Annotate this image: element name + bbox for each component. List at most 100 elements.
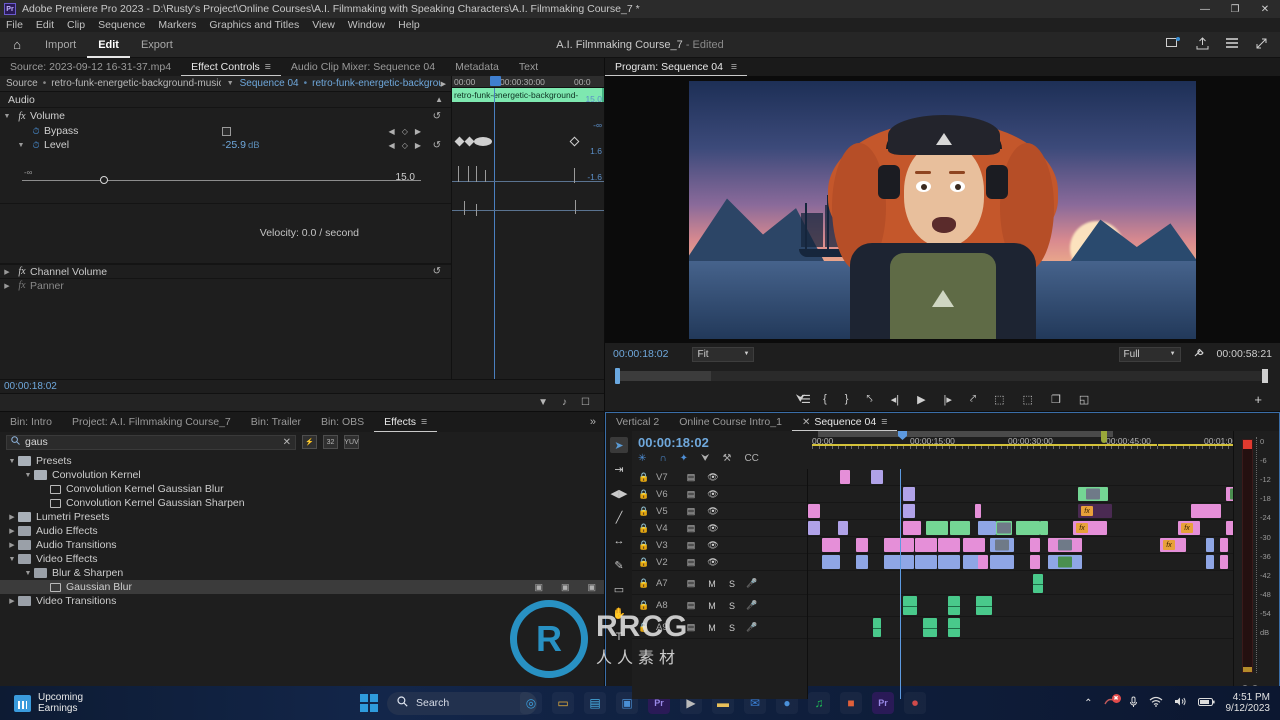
disclosure-triangle-icon[interactable]: ▼ (22, 570, 34, 577)
disclosure-triangle-icon[interactable]: ▼ (0, 113, 14, 120)
video-clip[interactable] (1030, 538, 1040, 552)
sync-lock-icon[interactable]: ▤ (680, 523, 702, 534)
disclosure-triangle-icon[interactable]: ▶ (6, 541, 18, 549)
video-clip[interactable] (915, 538, 937, 552)
audio-clip[interactable] (948, 618, 960, 637)
timeline-playhead-handle[interactable] (898, 431, 907, 440)
audio-section-header[interactable]: Audio ▲ (0, 92, 451, 108)
video-clip[interactable] (938, 538, 960, 552)
audio-clip[interactable] (1033, 574, 1043, 593)
home-icon[interactable]: ⌂ (0, 37, 34, 52)
project-tab-bin-trailer[interactable]: Bin: Trailer (241, 412, 311, 432)
timeline-playhead[interactable] (900, 469, 901, 699)
pen-tool[interactable]: ✎ (610, 557, 628, 573)
spotify-icon[interactable]: ♫ (808, 692, 830, 714)
chevron-right-icon[interactable]: ▶ (441, 80, 446, 88)
export-settings-icon[interactable]: ☰ (801, 393, 811, 406)
rectangle-tool[interactable]: ▭ (610, 581, 628, 597)
eye-icon[interactable]: 👁 (702, 557, 724, 568)
video-clip[interactable] (938, 555, 960, 569)
menu-window[interactable]: Window (348, 19, 385, 31)
panel-menu-icon[interactable]: ≡ (731, 61, 737, 73)
lane-clips[interactable]: fx (808, 503, 1233, 519)
add-keyframe-icon[interactable]: ◇ (402, 127, 408, 136)
work-area-bar[interactable] (818, 431, 1113, 437)
ec-tab-source-2023-09-12-16-31-37-mp4[interactable]: Source: 2023-09-12 16-31-37.mp4 (0, 58, 181, 76)
file-explorer-icon[interactable]: ▭ (552, 692, 574, 714)
project-tab-bin-obs[interactable]: Bin: OBS (311, 412, 374, 432)
record-icon[interactable]: ⏺ (904, 692, 926, 714)
menu-graphics-and-titles[interactable]: Graphics and Titles (209, 19, 299, 31)
menu-view[interactable]: View (312, 19, 335, 31)
video-clip[interactable] (856, 555, 868, 569)
effect-controls-timecode[interactable]: 00:00:18:02 (0, 379, 604, 393)
tab-program-sequence-04[interactable]: Program: Sequence 04 ≡ (605, 58, 748, 76)
video-clip[interactable] (903, 504, 915, 518)
disclosure-triangle-icon[interactable]: ▶ (6, 513, 18, 521)
effects-tree-item-presets[interactable]: ▼ Presets (0, 454, 604, 468)
solo-button[interactable]: S (722, 623, 742, 633)
search-input[interactable]: gaus ✕ (6, 434, 296, 450)
step-back-button[interactable]: ◂| (891, 393, 899, 406)
video-clip[interactable]: fx (1078, 504, 1112, 518)
lock-icon[interactable]: 🔒 (632, 540, 656, 551)
video-track-header-V5[interactable]: 🔒 V5 ▤ 👁 (632, 503, 807, 520)
video-clip[interactable] (1206, 555, 1214, 569)
video-clip[interactable] (822, 538, 840, 552)
timeline-timecode[interactable]: 00:00:18:02 (638, 435, 802, 450)
lock-icon[interactable]: 🔒 (632, 523, 656, 534)
disclosure-triangle-icon[interactable]: ▶ (6, 527, 18, 535)
video-clip[interactable] (975, 504, 981, 518)
fullscreen-icon[interactable] (1255, 37, 1268, 53)
video-clip[interactable] (1016, 521, 1040, 535)
chevron-down-icon[interactable]: ▼ (227, 80, 234, 87)
close-button[interactable]: ✕ (1250, 0, 1280, 18)
slip-tool[interactable]: ↔ (610, 533, 628, 549)
panel-menu-icon[interactable]: ≡ (421, 416, 427, 428)
scrubber-zoom-region[interactable] (615, 371, 711, 381)
video-clip[interactable] (1220, 555, 1228, 569)
video-clip[interactable] (840, 470, 850, 484)
keyframe-ruler[interactable]: 00:00 00:00:30:00 00:0 (452, 76, 604, 88)
video-clip[interactable] (1226, 521, 1233, 535)
timeline-tab-vertical-2[interactable]: Vertical 2 (606, 413, 669, 431)
program-monitor-scrubber[interactable] (605, 365, 1280, 387)
scrubber-end-marker[interactable] (1262, 369, 1268, 383)
effects-tree-item-video-effects[interactable]: ▼ Video Effects (0, 552, 604, 566)
keyframe-playhead-head[interactable] (490, 76, 501, 86)
eye-icon[interactable]: 👁 (702, 472, 724, 483)
video-clip[interactable] (808, 504, 820, 518)
effect-row-level[interactable]: ▼ ⏱ Level -25.9 dB ◀ ◇ ▶ ↺ (0, 138, 451, 152)
reset-icon[interactable]: ↺ (433, 111, 441, 122)
lock-icon[interactable]: 🔒 (632, 578, 656, 589)
mute-button[interactable]: M (702, 623, 722, 633)
video-clip[interactable] (1226, 487, 1233, 501)
level-value[interactable]: -25.9 dB (222, 139, 260, 151)
sync-lock-icon[interactable]: ▤ (680, 489, 702, 500)
export-frame-icon[interactable]: ☐ (581, 397, 590, 408)
mic-icon[interactable] (1129, 696, 1138, 711)
level-disclosure-icon[interactable]: ▼ (14, 142, 28, 149)
eye-icon[interactable]: 👁 (702, 523, 724, 534)
video-clip[interactable] (822, 555, 840, 569)
video-clip[interactable] (978, 521, 996, 535)
effects-tree-item-convolution-kernel-gaussian-sharpen[interactable]: Convolution Kernel Gaussian Sharpen (0, 496, 604, 510)
effects-tree-item-convolution-kernel[interactable]: ▼ Convolution Kernel (0, 468, 604, 482)
minimize-button[interactable]: — (1190, 0, 1220, 18)
video-clip[interactable] (903, 521, 921, 535)
share-screen-icon[interactable] (1166, 37, 1180, 52)
snap-button[interactable]: ✳ (638, 453, 646, 464)
keyframe-group-marker[interactable] (474, 137, 492, 146)
eye-icon[interactable]: 👁 (702, 540, 724, 551)
marker-sync-button[interactable]: ✦ (680, 453, 688, 464)
keyframe-marker[interactable] (464, 136, 475, 147)
sync-lock-icon[interactable]: ▤ (680, 600, 702, 611)
lock-icon[interactable]: 🔒 (632, 489, 656, 500)
hand-tool[interactable]: ✋ (610, 605, 628, 621)
disclosure-triangle-icon[interactable]: ▼ (22, 472, 34, 479)
effects-tree-item-gaussian-blur[interactable]: Gaussian Blur ▣ ▣ ▣ (0, 580, 604, 594)
notification-app-icon[interactable]: ■ (840, 692, 862, 714)
battery-icon[interactable] (1197, 697, 1215, 710)
audio-clip[interactable] (976, 596, 992, 615)
effects-tree-item-convolution-kernel-gaussian-blur[interactable]: Convolution Kernel Gaussian Blur (0, 482, 604, 496)
